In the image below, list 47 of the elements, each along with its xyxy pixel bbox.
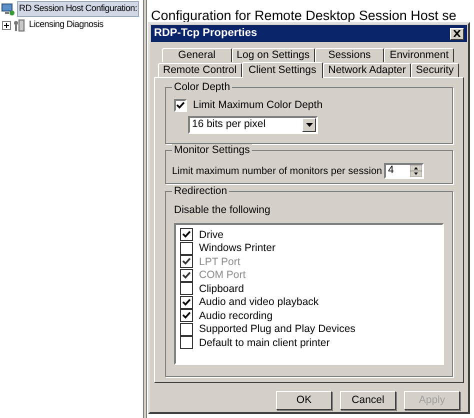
checkbox-label: Drive (199, 228, 224, 241)
checkbox[interactable] (180, 322, 193, 336)
checkbox-label: Clipboard (199, 282, 244, 295)
setting-label: Limit maximum number of monitors per session (172, 164, 384, 178)
dialog-title: RDP-Tcp Properties (154, 26, 258, 42)
dialog-button[interactable]: OK (276, 391, 332, 410)
dropdown[interactable]: 16 bits per pixel (188, 116, 318, 134)
spin-value: 4 (388, 163, 394, 178)
group-title: Monitor Settings (172, 144, 252, 157)
checkbox[interactable] (180, 336, 193, 350)
checkbox[interactable] (180, 242, 193, 255)
tab[interactable]: Environment (384, 48, 454, 62)
checkbox[interactable] (180, 296, 193, 309)
checkbox-label: LPT Port (199, 256, 240, 268)
tree-item[interactable]: RD Session Host Configuration: (17, 1, 140, 17)
checkbox[interactable] (180, 282, 193, 296)
close-icon (453, 30, 461, 37)
tab[interactable]: Remote Control (158, 63, 242, 77)
spin-box[interactable]: 4 (384, 163, 424, 179)
checkbox[interactable] (180, 309, 193, 322)
dialog-button[interactable]: Cancel (340, 391, 396, 410)
checkbox-label: Windows Printer (199, 242, 276, 254)
computer-icon (1, 2, 15, 16)
checkbox-label: Audio recording (199, 310, 273, 322)
checkbox-label: Default to main client printer (199, 336, 330, 349)
page-heading: Configuration for Remote Desktop Session Host se (150, 7, 456, 24)
tab[interactable]: General (162, 48, 232, 62)
tree-item[interactable]: Licensing Diagnosis (27, 17, 106, 33)
checkbox-label: Supported Plug and Play Devices (199, 323, 356, 336)
checkbox[interactable] (180, 228, 193, 242)
caret-icon (306, 122, 312, 127)
checkbox-label: COM Port (199, 269, 246, 282)
tab[interactable]: Sessions (314, 48, 384, 62)
instruction-text: Disable the following (174, 204, 272, 217)
tab[interactable]: Network Adapter (323, 63, 411, 77)
spin-arrows-icon[interactable] (410, 165, 422, 177)
group-title: Color Depth (172, 81, 232, 94)
tab[interactable]: Client Settings (242, 62, 324, 78)
expand-icon[interactable] (2, 20, 10, 30)
dropdown-value: 16 bits per pixel (192, 116, 266, 132)
checkbox[interactable] (174, 99, 187, 112)
checkbox-label: Audio and video playback (199, 296, 319, 308)
checkbox-label: Limit Maximum Color Depth (193, 98, 323, 113)
tab[interactable]: Security (410, 63, 459, 77)
close-button[interactable] (450, 28, 464, 40)
server-icon (13, 18, 25, 32)
tab[interactable]: Log on Settings (232, 48, 315, 62)
